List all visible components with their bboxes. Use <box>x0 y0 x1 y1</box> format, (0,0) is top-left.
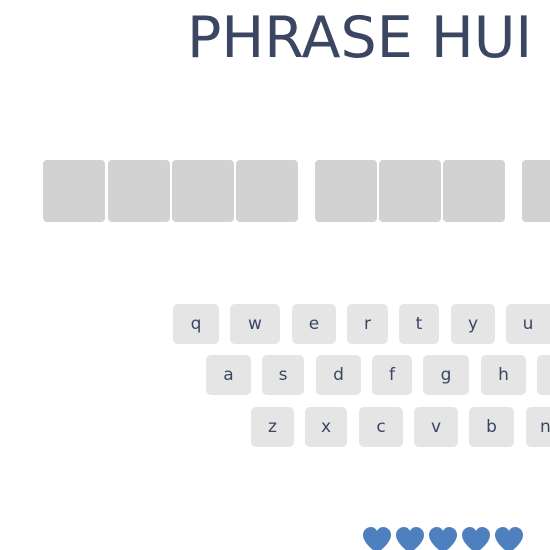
key-z[interactable]: z <box>251 407 294 447</box>
key-y[interactable]: y <box>451 304 495 344</box>
game-title: PHRASE HUI <box>187 5 533 71</box>
letter-tile <box>443 160 505 222</box>
heart-icon <box>362 526 392 550</box>
heart-icon <box>428 526 458 550</box>
key-n[interactable]: n <box>526 407 550 447</box>
key-partial[interactable] <box>537 355 550 395</box>
key-e[interactable]: e <box>292 304 336 344</box>
key-c[interactable]: c <box>359 407 403 447</box>
key-t[interactable]: t <box>399 304 439 344</box>
key-w[interactable]: w <box>230 304 280 344</box>
key-s[interactable]: s <box>262 355 304 395</box>
letter-tile <box>522 160 550 222</box>
key-g[interactable]: g <box>423 355 469 395</box>
letter-tile <box>379 160 441 222</box>
key-v[interactable]: v <box>414 407 458 447</box>
heart-icon <box>494 526 524 550</box>
letter-tile <box>315 160 377 222</box>
lives-display <box>362 526 550 550</box>
phrase-board <box>0 160 550 224</box>
key-a[interactable]: a <box>206 355 251 395</box>
letter-tile <box>236 160 298 222</box>
key-f[interactable]: f <box>372 355 412 395</box>
letter-tile <box>108 160 170 222</box>
key-h[interactable]: h <box>481 355 526 395</box>
key-b[interactable]: b <box>469 407 514 447</box>
heart-icon <box>461 526 491 550</box>
key-u[interactable]: u <box>506 304 550 344</box>
letter-tile <box>43 160 105 222</box>
key-d[interactable]: d <box>316 355 361 395</box>
letter-tile <box>172 160 234 222</box>
key-x[interactable]: x <box>305 407 347 447</box>
heart-icon <box>395 526 425 550</box>
key-q[interactable]: q <box>173 304 219 344</box>
key-r[interactable]: r <box>347 304 388 344</box>
